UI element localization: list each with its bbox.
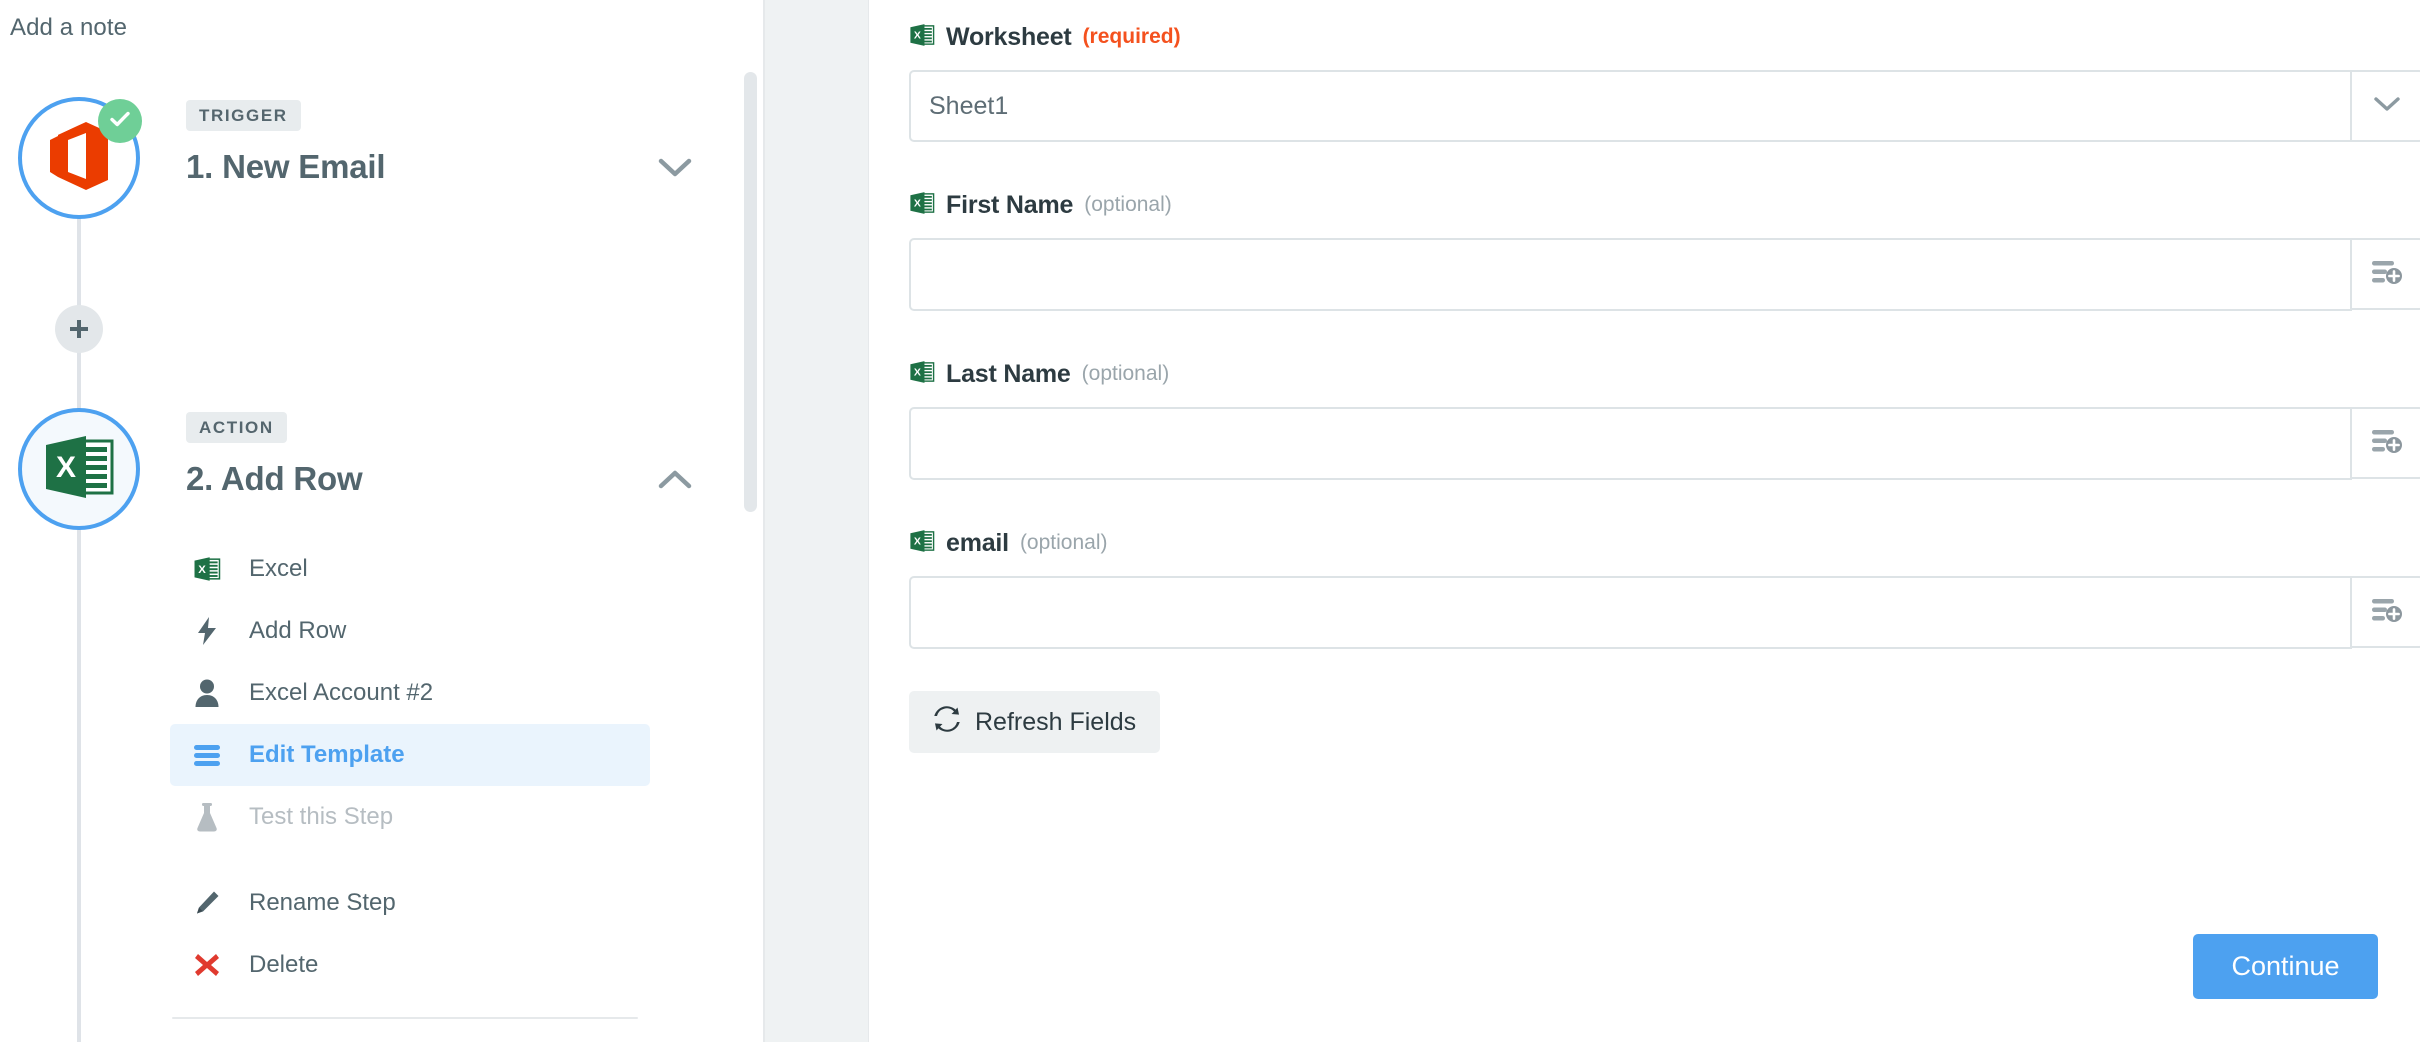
field-last-name: X Last Name (optional) <box>909 357 2420 480</box>
excel-icon: X <box>909 190 935 221</box>
menu-item-label: Rename Step <box>249 889 396 916</box>
field-worksheet: X Worksheet (required) Sheet1 <box>909 20 2420 142</box>
field-optional-tag: (optional) <box>1084 193 1172 216</box>
excel-icon: X <box>909 359 935 390</box>
chevron-down-icon <box>2373 95 2401 118</box>
menu-item-label: Add Row <box>249 617 347 644</box>
field-input-row <box>909 407 2420 480</box>
refresh-fields-button[interactable]: Refresh Fields <box>909 691 1161 753</box>
svg-text:X: X <box>914 197 921 209</box>
field-label: Worksheet <box>946 22 1072 51</box>
field-input-row: Sheet1 <box>909 70 2420 142</box>
menu-item-label: Delete <box>249 951 319 978</box>
menu-item-delete[interactable]: Delete <box>170 934 650 996</box>
field-label-row: X Last Name (optional) <box>909 357 2420 391</box>
step-2-menu-secondary: Rename Step Delete <box>170 872 650 996</box>
field-required-tag: (required) <box>1082 25 1181 48</box>
last-name-insert-field-button[interactable] <box>2352 407 2420 479</box>
field-label-row: X First Name (optional) <box>909 188 2420 222</box>
x-mark-icon <box>185 952 229 978</box>
field-label: First Name <box>946 190 1074 219</box>
menu-bottom-divider <box>172 1017 638 1019</box>
menu-divider <box>170 856 650 857</box>
field-optional-tag: (optional) <box>1019 531 1108 554</box>
svg-text:X: X <box>914 366 921 378</box>
step-1-collapse-toggle[interactable] <box>645 140 705 200</box>
flask-icon <box>185 802 229 832</box>
menu-item-test-this-step[interactable]: Test this Step <box>170 786 650 848</box>
menu-item-label: Excel Account #2 <box>249 679 434 706</box>
field-label-row: X email (optional) <box>909 526 2420 560</box>
field-label: Last Name <box>946 359 1071 388</box>
menu-item-label: Edit Template <box>249 741 405 768</box>
step-sidebar: Add a note X TRIGGER 1. New Email ACTION… <box>0 0 765 1042</box>
menu-item-edit-template[interactable]: Edit Template <box>170 724 650 786</box>
refresh-fields-row: Refresh Fields <box>909 691 2420 753</box>
step-1-title[interactable]: 1. New Email <box>186 148 386 186</box>
refresh-fields-label: Refresh Fields <box>975 707 1137 736</box>
step-2-title[interactable]: 2. Add Row <box>186 460 363 498</box>
field-email: X email (optional) <box>909 526 2420 649</box>
excel-icon: X <box>909 22 935 53</box>
menu-item-excel-account[interactable]: Excel Account #2 <box>170 662 650 724</box>
step-1-app-circle[interactable] <box>18 97 142 219</box>
insert-field-icon <box>2370 258 2404 291</box>
plus-icon <box>67 317 91 341</box>
field-first-name: X First Name (optional) <box>909 188 2420 311</box>
excel-icon: X <box>909 528 935 559</box>
step-2-type-tag: ACTION <box>186 412 287 443</box>
field-label: email <box>946 528 1009 557</box>
svg-text:X: X <box>914 29 921 41</box>
check-icon <box>108 107 132 136</box>
step-2-collapse-toggle[interactable] <box>645 452 705 512</box>
add-step-button[interactable] <box>55 305 103 353</box>
bolt-icon <box>185 616 229 646</box>
step-2-menu: X Excel Add Row Excel Account #2 Edit Te… <box>170 538 650 848</box>
pencil-icon <box>185 890 229 916</box>
chevron-down-icon <box>658 157 692 184</box>
add-a-note-label[interactable]: Add a note <box>10 14 127 42</box>
worksheet-selected-value: Sheet1 <box>929 91 1009 120</box>
worksheet-dropdown-button[interactable] <box>2352 70 2420 142</box>
menu-item-label: Test this Step <box>249 803 394 830</box>
continue-button[interactable]: Continue <box>2193 934 2378 999</box>
excel-icon: X <box>42 431 116 508</box>
step-1-header: TRIGGER 1. New Email <box>186 100 386 186</box>
panel-gutter <box>765 0 869 1042</box>
chevron-up-icon <box>658 469 692 496</box>
email-input[interactable] <box>909 576 2352 649</box>
email-insert-field-button[interactable] <box>2352 576 2420 648</box>
workflow-rail <box>77 160 81 1042</box>
menu-item-add-row[interactable]: Add Row <box>170 600 650 662</box>
refresh-icon <box>933 705 961 739</box>
step-2-app-circle[interactable]: X <box>18 408 140 530</box>
sidebar-scrollbar[interactable] <box>744 72 757 512</box>
step-2-header: ACTION 2. Add Row <box>186 412 363 498</box>
field-form-panel: X Worksheet (required) Sheet1 X First Na… <box>869 0 2420 1042</box>
step-1-status-badge <box>98 99 142 143</box>
insert-field-icon <box>2370 596 2404 629</box>
worksheet-select[interactable]: Sheet1 <box>909 70 2352 142</box>
field-list: X Worksheet (required) Sheet1 X First Na… <box>909 0 2420 753</box>
step-1-type-tag: TRIGGER <box>186 100 301 131</box>
svg-text:X: X <box>914 535 921 547</box>
first-name-insert-field-button[interactable] <box>2352 238 2420 310</box>
list-lines-icon <box>185 743 229 767</box>
menu-item-rename-step[interactable]: Rename Step <box>170 872 650 934</box>
excel-icon: X <box>185 555 229 583</box>
field-input-row <box>909 238 2420 311</box>
svg-text:X: X <box>56 451 76 484</box>
first-name-input[interactable] <box>909 238 2352 311</box>
panel-divider <box>763 0 765 1042</box>
field-label-row: X Worksheet (required) <box>909 20 2420 54</box>
field-input-row <box>909 576 2420 649</box>
svg-text:X: X <box>198 564 206 576</box>
insert-field-icon <box>2370 427 2404 460</box>
menu-item-excel[interactable]: X Excel <box>170 538 650 600</box>
last-name-input[interactable] <box>909 407 2352 480</box>
user-icon <box>185 678 229 708</box>
menu-item-label: Excel <box>249 555 308 582</box>
zap-editor-window: Add a note X TRIGGER 1. New Email ACTION… <box>0 0 2420 1042</box>
field-optional-tag: (optional) <box>1081 362 1170 385</box>
